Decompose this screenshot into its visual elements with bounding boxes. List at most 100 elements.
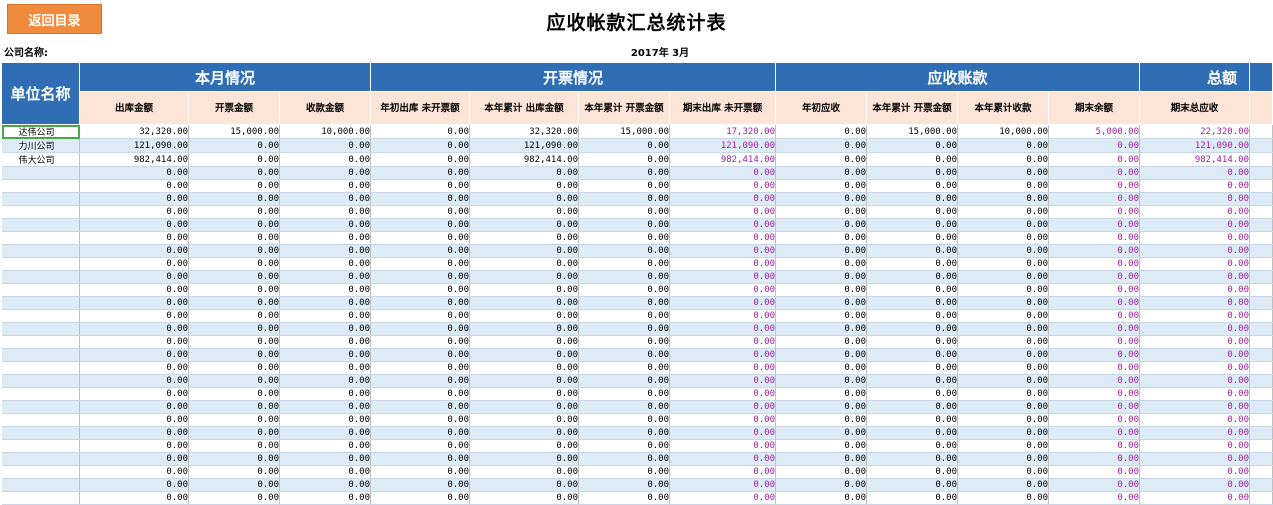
- value-cell[interactable]: 0.00: [578, 231, 670, 245]
- value-cell[interactable]: 0.00: [669, 439, 776, 453]
- value-cell[interactable]: 0.00: [469, 491, 579, 505]
- value-cell[interactable]: 0.00: [279, 296, 371, 310]
- value-cell[interactable]: 0.00: [1139, 361, 1250, 375]
- unit-name-cell[interactable]: [1, 387, 80, 401]
- value-cell[interactable]: 0.00: [79, 166, 189, 180]
- value-cell[interactable]: 0.00: [188, 166, 280, 180]
- value-cell[interactable]: 0.00: [669, 192, 776, 206]
- value-cell[interactable]: 0.00: [669, 465, 776, 479]
- value-cell[interactable]: 0.00: [866, 257, 958, 271]
- value-cell[interactable]: 0.00: [957, 152, 1049, 167]
- value-cell[interactable]: 0.00: [1139, 205, 1250, 219]
- value-cell[interactable]: 0.00: [279, 205, 371, 219]
- value-cell[interactable]: 0.00: [669, 296, 776, 310]
- value-cell[interactable]: 0.00: [866, 400, 958, 414]
- value-cell[interactable]: 0.00: [957, 400, 1049, 414]
- value-cell[interactable]: 0.00: [578, 400, 670, 414]
- value-cell[interactable]: 0.00: [188, 465, 280, 479]
- value-cell[interactable]: 0.00: [578, 426, 670, 440]
- value-cell[interactable]: 0.00: [957, 335, 1049, 349]
- value-cell[interactable]: 0.00: [578, 361, 670, 375]
- value-cell[interactable]: 0.00: [370, 205, 470, 219]
- value-cell[interactable]: 0.00: [469, 439, 579, 453]
- value-cell[interactable]: 0.00: [279, 335, 371, 349]
- value-cell[interactable]: 0.00: [866, 413, 958, 427]
- value-cell[interactable]: 0.00: [79, 478, 189, 492]
- value-cell[interactable]: 0.00: [1139, 387, 1250, 401]
- value-cell[interactable]: 0.00: [866, 138, 958, 153]
- value-cell[interactable]: 0.00: [866, 166, 958, 180]
- empty-cell[interactable]: [1249, 152, 1273, 167]
- value-cell[interactable]: 0.00: [370, 361, 470, 375]
- value-cell[interactable]: 0.00: [370, 179, 470, 193]
- value-cell[interactable]: 0.00: [578, 322, 670, 336]
- value-cell[interactable]: 0.00: [866, 426, 958, 440]
- empty-cell[interactable]: [1249, 192, 1273, 206]
- value-cell[interactable]: 0.00: [669, 478, 776, 492]
- unit-name-cell[interactable]: [1, 166, 80, 180]
- value-cell[interactable]: 0.00: [279, 218, 371, 232]
- unit-name-cell[interactable]: [1, 309, 80, 323]
- value-cell[interactable]: 0.00: [775, 152, 867, 167]
- value-cell[interactable]: 0.00: [188, 231, 280, 245]
- value-cell[interactable]: 0.00: [1048, 166, 1140, 180]
- value-cell[interactable]: 0.00: [1048, 179, 1140, 193]
- value-cell[interactable]: 0.00: [188, 218, 280, 232]
- empty-cell[interactable]: [1249, 426, 1273, 440]
- value-cell[interactable]: 0.00: [957, 439, 1049, 453]
- value-cell[interactable]: 0.00: [866, 244, 958, 258]
- value-cell[interactable]: 0.00: [188, 426, 280, 440]
- value-cell[interactable]: 0.00: [188, 335, 280, 349]
- value-cell[interactable]: 0.00: [775, 361, 867, 375]
- value-cell[interactable]: 0.00: [957, 283, 1049, 297]
- value-cell[interactable]: 0.00: [775, 244, 867, 258]
- value-cell[interactable]: 0.00: [469, 387, 579, 401]
- value-cell[interactable]: 0.00: [1048, 491, 1140, 505]
- value-cell[interactable]: 0.00: [578, 270, 670, 284]
- value-cell[interactable]: 0.00: [1048, 309, 1140, 323]
- unit-name-cell[interactable]: [1, 413, 80, 427]
- unit-name-cell[interactable]: [1, 478, 80, 492]
- value-cell[interactable]: 0.00: [279, 192, 371, 206]
- value-cell[interactable]: 0.00: [370, 124, 470, 139]
- value-cell[interactable]: 0.00: [669, 205, 776, 219]
- value-cell[interactable]: 0.00: [79, 426, 189, 440]
- value-cell[interactable]: 0.00: [957, 387, 1049, 401]
- value-cell[interactable]: 0.00: [775, 138, 867, 153]
- value-cell[interactable]: 0.00: [669, 426, 776, 440]
- value-cell[interactable]: 0.00: [79, 192, 189, 206]
- value-cell[interactable]: 0.00: [279, 465, 371, 479]
- value-cell[interactable]: 0.00: [79, 400, 189, 414]
- empty-cell[interactable]: [1249, 309, 1273, 323]
- value-cell[interactable]: 0.00: [775, 309, 867, 323]
- empty-cell[interactable]: [1249, 296, 1273, 310]
- value-cell[interactable]: 0.00: [469, 413, 579, 427]
- value-cell[interactable]: 0.00: [279, 138, 371, 153]
- empty-cell[interactable]: [1249, 205, 1273, 219]
- value-cell[interactable]: 0.00: [1048, 283, 1140, 297]
- value-cell[interactable]: 0.00: [1048, 218, 1140, 232]
- value-cell[interactable]: 0.00: [1139, 335, 1250, 349]
- value-cell[interactable]: 0.00: [1139, 426, 1250, 440]
- value-cell[interactable]: 0.00: [957, 478, 1049, 492]
- value-cell[interactable]: 121,090.00: [1139, 138, 1250, 153]
- value-cell[interactable]: 0.00: [188, 374, 280, 388]
- value-cell[interactable]: 0.00: [469, 478, 579, 492]
- value-cell[interactable]: 0.00: [469, 192, 579, 206]
- value-cell[interactable]: 0.00: [1139, 374, 1250, 388]
- value-cell[interactable]: 0.00: [775, 322, 867, 336]
- empty-cell[interactable]: [1249, 478, 1273, 492]
- value-cell[interactable]: 0.00: [669, 374, 776, 388]
- value-cell[interactable]: 0.00: [669, 491, 776, 505]
- value-cell[interactable]: 0.00: [957, 257, 1049, 271]
- unit-name-cell[interactable]: 达伟公司: [1, 124, 80, 139]
- value-cell[interactable]: 0.00: [469, 309, 579, 323]
- value-cell[interactable]: 0.00: [279, 387, 371, 401]
- empty-cell[interactable]: [1249, 138, 1273, 153]
- empty-cell[interactable]: [1249, 374, 1273, 388]
- value-cell[interactable]: 0.00: [578, 205, 670, 219]
- value-cell[interactable]: 0.00: [188, 452, 280, 466]
- value-cell[interactable]: 0.00: [469, 270, 579, 284]
- value-cell[interactable]: 0.00: [775, 166, 867, 180]
- value-cell[interactable]: 0.00: [79, 452, 189, 466]
